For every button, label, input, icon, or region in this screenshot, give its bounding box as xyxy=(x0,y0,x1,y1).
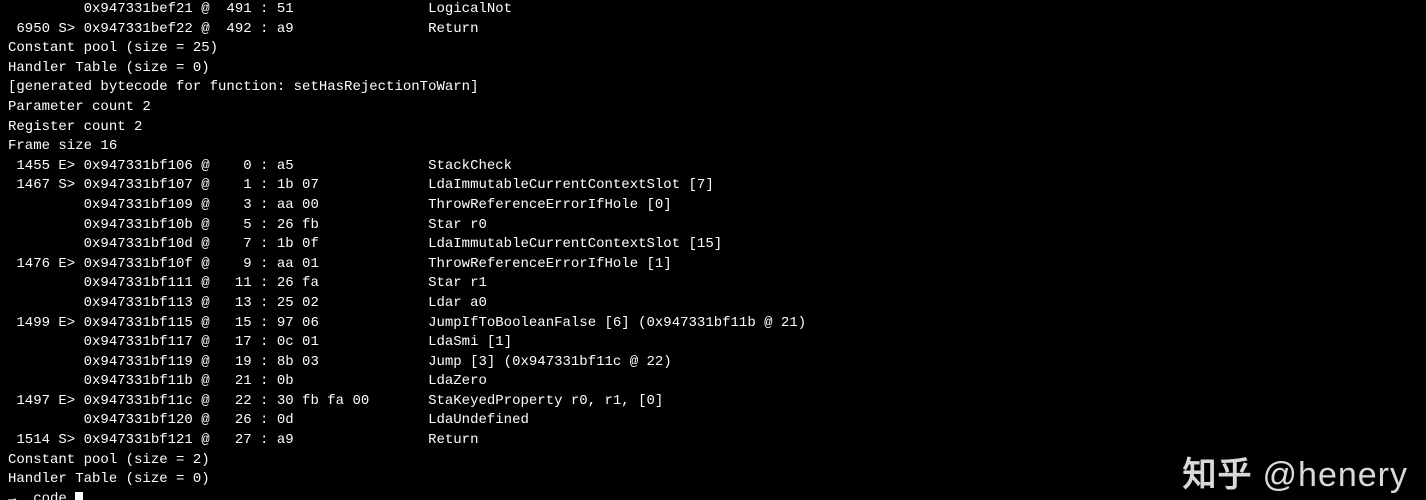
prompt-line[interactable]: → code xyxy=(8,491,75,500)
terminal-output: 0x947331bef21 @ 491 : 51 LogicalNot 6950… xyxy=(0,0,1426,500)
cursor xyxy=(75,492,83,500)
